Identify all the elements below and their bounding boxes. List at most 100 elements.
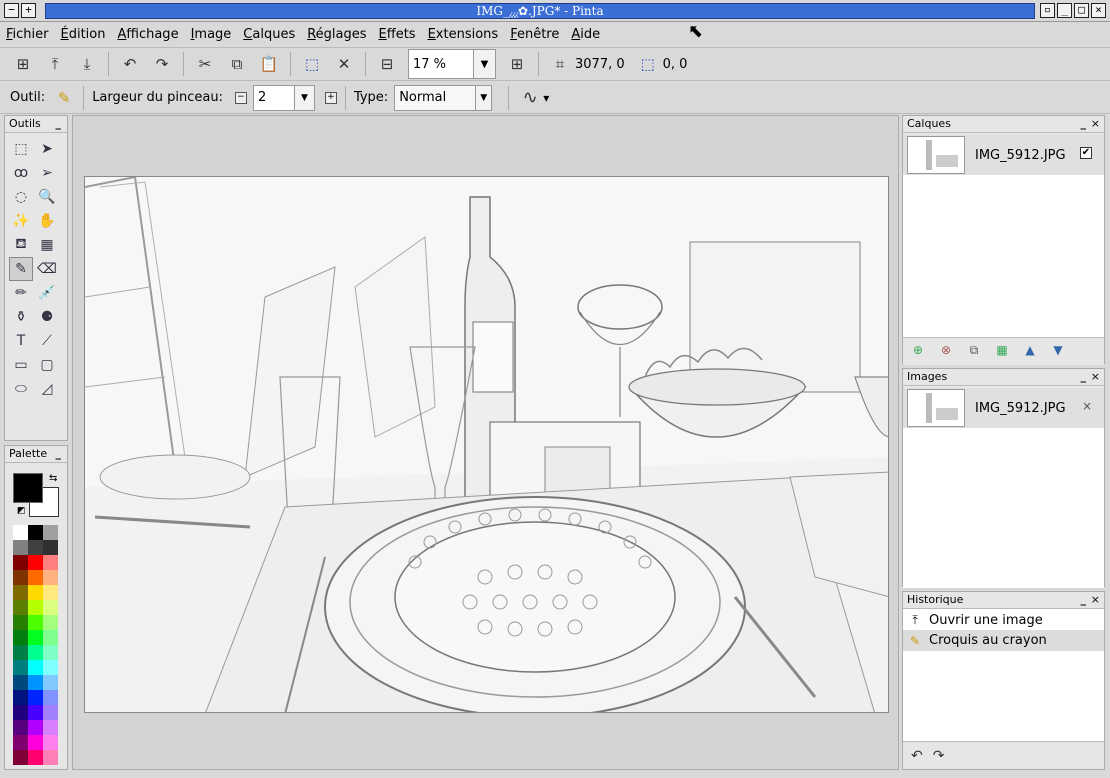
clone-stamp-tool-icon[interactable]: ⚱	[9, 305, 33, 329]
palette-panel-collapse-button[interactable]: _	[56, 446, 62, 462]
primary-color-swatch[interactable]	[13, 473, 43, 503]
cut-icon[interactable]: ✂	[192, 51, 218, 77]
palette-color-swatch[interactable]	[13, 585, 28, 600]
zoom-in-icon[interactable]: ⊞	[504, 51, 530, 77]
rectangle-tool-icon[interactable]: ▭	[9, 353, 33, 377]
window-minimize-button[interactable]: _	[1057, 3, 1072, 18]
zoom-dropdown-icon[interactable]: ▼	[474, 49, 496, 79]
rectangle-select-tool-icon[interactable]: ⬚	[9, 137, 33, 161]
paintbrush-tool-icon[interactable]: ✎	[9, 257, 33, 281]
layer-visibility-checkbox[interactable]: ✔	[1080, 147, 1092, 159]
reset-colors-icon[interactable]: ◩	[17, 506, 26, 516]
palette-color-swatch[interactable]	[13, 690, 28, 705]
palette-color-swatch[interactable]	[28, 525, 43, 540]
menu-help[interactable]: Aide	[571, 27, 600, 42]
palette-color-swatch[interactable]	[28, 735, 43, 750]
open-image-icon[interactable]: ⤒	[42, 51, 68, 77]
layers-panel-close-button[interactable]: ×	[1091, 116, 1100, 132]
palette-color-swatch[interactable]	[43, 645, 58, 660]
palette-color-swatch[interactable]	[28, 675, 43, 690]
eraser-tool-icon[interactable]: ⌫	[35, 257, 59, 281]
palette-color-swatch[interactable]	[28, 540, 43, 555]
lasso-select-tool-icon[interactable]: ꝏ	[9, 161, 33, 185]
menu-edit[interactable]: Édition	[61, 27, 106, 42]
layers-panel-collapse-button[interactable]: _	[1081, 116, 1087, 132]
history-item-pencil-sketch[interactable]: ✎ Croquis au crayon	[903, 630, 1104, 651]
new-image-icon[interactable]: ⊞	[10, 51, 36, 77]
delete-layer-icon[interactable]: ⊗	[937, 343, 955, 361]
palette-color-swatch[interactable]	[28, 570, 43, 585]
image-canvas[interactable]	[84, 176, 889, 713]
history-undo-icon[interactable]: ↶	[911, 748, 923, 764]
palette-color-swatch[interactable]	[28, 645, 43, 660]
palette-color-swatch[interactable]	[43, 750, 58, 765]
palette-color-swatch[interactable]	[28, 705, 43, 720]
rounded-rectangle-tool-icon[interactable]: ▢	[35, 353, 59, 377]
palette-color-swatch[interactable]	[28, 690, 43, 705]
deselect-all-icon[interactable]: ✕	[331, 51, 357, 77]
palette-color-swatch[interactable]	[28, 615, 43, 630]
palette-color-swatch[interactable]	[13, 555, 28, 570]
menu-file[interactable]: Fichier	[6, 27, 49, 42]
palette-color-swatch[interactable]	[13, 540, 28, 555]
palette-color-swatch[interactable]	[13, 525, 28, 540]
palette-color-swatch[interactable]	[13, 600, 28, 615]
menu-window[interactable]: Fenêtre	[510, 27, 559, 42]
merge-layer-icon[interactable]: ▦	[993, 343, 1011, 361]
palette-color-swatch[interactable]	[43, 675, 58, 690]
palette-color-swatch[interactable]	[43, 555, 58, 570]
history-panel-close-button[interactable]: ×	[1091, 592, 1100, 608]
brush-type-select[interactable]: Normal ▼	[394, 84, 493, 111]
ellipse-tool-icon[interactable]: ⬭	[9, 377, 33, 401]
palette-color-swatch[interactable]	[28, 750, 43, 765]
palette-color-swatch[interactable]	[43, 720, 58, 735]
palette-color-swatch[interactable]	[43, 600, 58, 615]
menu-addins[interactable]: Extensions	[428, 27, 499, 42]
history-redo-icon[interactable]: ↷	[933, 748, 945, 764]
brush-width-input[interactable]	[252, 84, 295, 111]
images-panel-close-button[interactable]: ×	[1091, 369, 1100, 385]
duplicate-layer-icon[interactable]: ⧉	[965, 343, 983, 361]
layer-item[interactable]: IMG_5912.JPG ✔	[903, 135, 1104, 175]
zoom-out-icon[interactable]: ⊟	[374, 51, 400, 77]
palette-color-swatch[interactable]	[13, 645, 28, 660]
palette-color-swatch[interactable]	[43, 570, 58, 585]
undo-icon[interactable]: ↶	[117, 51, 143, 77]
antialiasing-dropdown-icon[interactable]: ▾	[543, 91, 549, 105]
menu-adjustments[interactable]: Réglages	[307, 27, 366, 42]
history-item-open-image[interactable]: ⤒ Ouvrir une image	[903, 609, 1104, 630]
brush-type-dropdown-icon[interactable]: ▼	[476, 84, 493, 111]
palette-color-swatch[interactable]	[43, 630, 58, 645]
palette-color-swatch[interactable]	[28, 555, 43, 570]
history-panel-collapse-button[interactable]: _	[1081, 592, 1087, 608]
canvas-workspace[interactable]	[72, 115, 899, 770]
move-selection-tool-icon[interactable]: ➢	[35, 161, 59, 185]
window-shade-button[interactable]: +	[21, 3, 36, 18]
palette-color-swatch[interactable]	[43, 540, 58, 555]
palette-color-swatch[interactable]	[28, 630, 43, 645]
palette-color-swatch[interactable]	[13, 735, 28, 750]
window-restore-button[interactable]: ▫	[1040, 3, 1055, 18]
paint-bucket-tool-icon[interactable]: ⛾	[9, 233, 33, 257]
redo-icon[interactable]: ↷	[149, 51, 175, 77]
menu-effects[interactable]: Effets	[379, 27, 416, 42]
brush-width-decrease-button[interactable]: −	[234, 91, 247, 104]
recolor-tool-icon[interactable]: ⚈	[35, 305, 59, 329]
palette-color-swatch[interactable]	[28, 660, 43, 675]
palette-color-swatch[interactable]	[13, 630, 28, 645]
antialiasing-icon[interactable]: ∿	[517, 85, 543, 111]
palette-color-swatch[interactable]	[43, 660, 58, 675]
palette-color-swatch[interactable]	[13, 705, 28, 720]
text-tool-icon[interactable]: T	[9, 329, 33, 353]
window-menu-button[interactable]: −	[4, 3, 19, 18]
add-layer-icon[interactable]: ⊕	[909, 343, 927, 361]
menu-image[interactable]: Image	[191, 27, 232, 42]
ellipse-select-tool-icon[interactable]: ◌	[9, 185, 33, 209]
menu-view[interactable]: Affichage	[117, 27, 178, 42]
palette-color-swatch[interactable]	[28, 720, 43, 735]
window-close-button[interactable]: ×	[1091, 3, 1106, 18]
open-image-item[interactable]: IMG_5912.JPG ×	[903, 388, 1104, 428]
tools-panel-collapse-button[interactable]: _	[56, 116, 62, 132]
save-image-icon[interactable]: ⤓	[74, 51, 100, 77]
copy-icon[interactable]: ⧉	[224, 51, 250, 77]
